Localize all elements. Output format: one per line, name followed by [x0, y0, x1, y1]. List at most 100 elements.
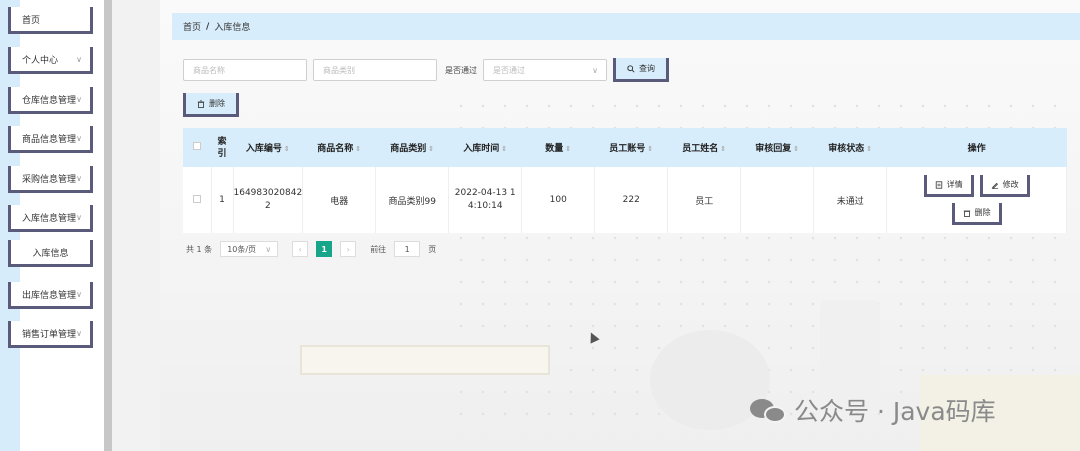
breadcrumb-home[interactable]: 首页: [183, 20, 201, 33]
prev-page-button[interactable]: ‹: [292, 241, 309, 257]
cell-staff-account: 222: [594, 167, 669, 233]
cell-time: 2022-04-13 1 4:10:14: [448, 167, 523, 233]
chevron-down-icon: ∨: [76, 328, 82, 338]
query-button[interactable]: 查询: [613, 58, 669, 82]
approved-select-placeholder: 是否通过: [493, 65, 525, 75]
category-search-input[interactable]: 商品类别: [313, 59, 437, 81]
query-button-label: 查询: [639, 64, 655, 73]
next-page-button[interactable]: ›: [340, 241, 357, 257]
cell-code-line1: 164983020842: [233, 188, 303, 198]
cell-time-line2: 4:10:14: [467, 201, 503, 211]
col-quantity-label: 数量: [545, 144, 564, 154]
goto-page-input[interactable]: 1: [394, 241, 421, 257]
sort-icon: ⇕: [355, 145, 362, 153]
sidebar-item-sales[interactable]: 销售订单管理 ∨: [8, 321, 93, 348]
detail-button[interactable]: 详情: [923, 175, 974, 197]
sort-icon: ⇕: [501, 145, 508, 153]
col-review-status-label: 审核状态: [828, 144, 865, 154]
name-search-input[interactable]: 商品名称: [183, 59, 307, 81]
cell-code: 164983020842 2: [233, 167, 304, 233]
col-index-line2: 引: [217, 148, 227, 159]
col-category[interactable]: 商品类别 ⇕: [375, 128, 449, 167]
sidebar-item-label: 出库信息管理: [22, 290, 77, 301]
watermark: 公众号 · Java码库: [750, 392, 996, 428]
sidebar-item-outbound[interactable]: 出库信息管理 ∨: [8, 282, 93, 309]
cell-review-status: 未通过: [813, 167, 888, 233]
col-name[interactable]: 商品名称 ⇕: [302, 128, 376, 167]
category-search-placeholder: 商品类别: [323, 65, 355, 75]
col-review-status[interactable]: 审核状态 ⇕: [813, 128, 887, 167]
sidebar-item-label: 首页: [22, 15, 41, 26]
col-time[interactable]: 入库时间 ⇕: [448, 128, 522, 167]
chevron-down-icon: ∨: [592, 65, 598, 75]
col-staff-account[interactable]: 员工账号 ⇕: [594, 128, 668, 167]
sidebar: 首页 个人中心 ∨ 仓库信息管理 ∨ 商品信息管理 ∨ 采购信息管理 ∨ 入库信…: [0, 0, 160, 451]
select-all-header: [183, 128, 211, 167]
col-time-label: 入库时间: [463, 144, 500, 154]
chevron-down-icon: ∨: [76, 173, 82, 183]
select-all-checkbox[interactable]: [193, 142, 201, 150]
col-code[interactable]: 入库编号 ⇕: [233, 128, 303, 167]
page-size-value: 10条/页: [227, 244, 257, 254]
sidebar-item-label: 入库信息: [32, 248, 69, 259]
sort-icon: ⇕: [428, 145, 435, 153]
page-unit-label: 页: [428, 244, 437, 254]
col-index-line1: 索: [217, 136, 227, 147]
page-size-select[interactable]: 10条/页 ∨: [220, 241, 279, 257]
sidebar-item-label: 商品信息管理: [22, 134, 77, 145]
cell-time-line1: 2022-04-13 1: [454, 188, 516, 198]
sidebar-item-label: 采购信息管理: [22, 174, 77, 185]
row-delete-button[interactable]: 删除: [951, 203, 1002, 225]
page-1-button[interactable]: 1: [316, 241, 333, 257]
sidebar-item-label: 个人中心: [22, 55, 59, 66]
col-index: 索 引: [211, 128, 233, 167]
col-review-reply[interactable]: 审核回复 ⇕: [740, 128, 814, 167]
row-checkbox[interactable]: [192, 194, 201, 203]
breadcrumb-current: 入库信息: [214, 23, 251, 33]
col-staff-account-label: 员工账号: [609, 144, 646, 154]
sidebar-item-profile[interactable]: 个人中心 ∨: [8, 47, 93, 74]
wechat-icon: [750, 396, 788, 424]
sidebar-item-warehouse[interactable]: 仓库信息管理 ∨: [8, 87, 93, 114]
table-row: 1 164983020842 2 电器 商品类别99 2022-04-13 1 …: [183, 167, 1067, 233]
pagination-total: 共 1 条: [186, 244, 213, 254]
inbound-table: 索 引 入库编号 ⇕ 商品名称 ⇕ 商品类别 ⇕ 入库时间 ⇕ 数量 ⇕ 员工账号 ⇕ 员工…: [183, 128, 1067, 233]
sidebar-item-inbound[interactable]: 入库信息管理 ∨: [8, 205, 93, 232]
sidebar-item-goods[interactable]: 商品信息管理 ∨: [8, 126, 93, 153]
chevron-down-icon: ∨: [76, 212, 82, 222]
row-actions-top: 详情 修改: [923, 175, 1030, 197]
edit-button[interactable]: 修改: [979, 175, 1030, 197]
edit-button-label: 修改: [1002, 180, 1019, 189]
col-staff-name[interactable]: 员工姓名 ⇕: [667, 128, 741, 167]
bulk-delete-label: 删除: [209, 99, 225, 108]
sort-icon: ⇕: [565, 145, 572, 153]
col-category-label: 商品类别: [390, 144, 427, 154]
sort-icon: ⇕: [866, 145, 873, 153]
search-bar: 商品名称 商品类别 是否通过 是否通过 ∨ 查询: [183, 58, 669, 82]
sidebar-subitem-inbound-info[interactable]: 入库信息: [8, 240, 93, 267]
approved-select[interactable]: 是否通过 ∨: [483, 59, 607, 81]
row-delete-button-label: 删除: [974, 208, 991, 217]
cell-index: 1: [211, 167, 234, 233]
col-actions-label: 操作: [967, 144, 986, 154]
sidebar-item-home[interactable]: 首页: [8, 7, 93, 34]
sidebar-item-purchase[interactable]: 采购信息管理 ∨: [8, 166, 93, 193]
sidebar-gutter: [112, 0, 160, 451]
col-quantity[interactable]: 数量 ⇕: [521, 128, 595, 167]
cell-actions: 详情 修改 删除: [886, 167, 1067, 233]
sidebar-item-label: 销售订单管理: [22, 329, 77, 340]
background-shelf: [300, 345, 550, 375]
search-icon: [627, 64, 635, 73]
row-select-cell: [183, 167, 212, 233]
cell-review-reply: [740, 167, 815, 233]
chevron-down-icon: ∨: [76, 94, 82, 104]
chevron-down-icon: ∨: [76, 54, 82, 64]
name-search-placeholder: 商品名称: [193, 65, 225, 75]
cell-quantity: 100: [521, 167, 596, 233]
row-actions: 详情 修改 删除: [887, 175, 1066, 225]
bulk-delete-button[interactable]: 删除: [183, 93, 239, 117]
chevron-down-icon: ∨: [76, 133, 82, 143]
breadcrumb: 首页 / 入库信息: [172, 13, 1080, 40]
col-actions: 操作: [886, 128, 1067, 167]
pencil-icon: [991, 182, 998, 189]
